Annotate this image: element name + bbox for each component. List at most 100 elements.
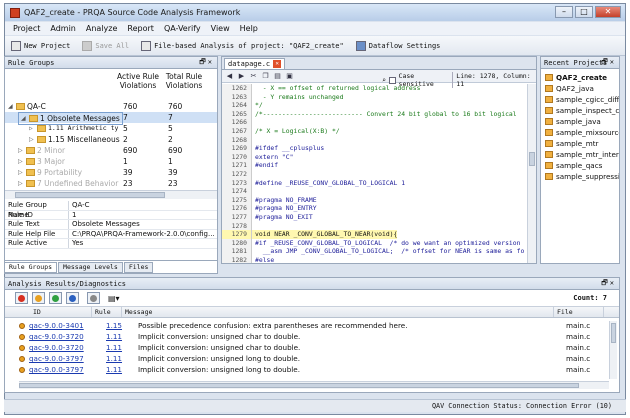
tree-row[interactable]: ▷ 1.15 Miscellaneous 2 2 [5,134,217,145]
code-line[interactable]: 1263 - Y remains unchanged [222,92,528,102]
tree-row[interactable]: ▷ 2 Minor 690 690 [5,145,217,156]
recent-project-item[interactable]: sample_java [541,116,619,127]
tree-row[interactable]: ▷ 3 Major 1 1 [5,156,217,167]
id-column-header[interactable]: ID [5,307,92,317]
menu-project[interactable]: Project [13,24,40,33]
diagnostics-vscrollbar[interactable] [609,321,617,379]
rule-groups-hscrollbar[interactable] [5,190,217,199]
collapse-arrow-icon[interactable]: ◢ [8,101,14,112]
copy-icon[interactable]: ❐ [261,72,270,81]
code-line[interactable]: 1269 #ifdef __cplusplus [222,144,528,153]
expand-arrow-icon[interactable]: ▷ [29,134,35,145]
code-line[interactable]: 1277 #pragma NO_EXIT [222,212,528,222]
menu-admin[interactable]: Admin [50,24,76,33]
recent-project-item[interactable]: sample_suppressio [541,171,619,182]
tab-message-levels[interactable]: Message Levels [58,262,123,273]
new-project-button[interactable]: New Project [11,40,70,51]
diagnostic-id-link[interactable]: qac-9.0.0-3720 [29,342,84,353]
warning-filter-button[interactable] [32,292,45,304]
code-line[interactable]: 1278 [222,221,528,231]
recent-project-item[interactable]: sample_cgicc_diff [541,94,619,105]
rule-link[interactable]: 1.11 [106,365,122,374]
recent-project-item[interactable]: QAF2_java [541,83,619,94]
cut-icon[interactable]: ✂ [249,72,258,81]
panel-controls[interactable]: 🗗✕ [199,58,214,69]
diagnostic-row[interactable]: qac-9.0.0-3401 1.15 Possible precedence co… [5,320,619,331]
code-line[interactable]: 1276 #pragma NO_ENTRY [222,204,528,213]
case-sensitive-checkbox[interactable] [388,76,396,84]
search-icon[interactable]: ⌕ [382,76,386,84]
code-line[interactable]: 1265/*-------------------------- Convert… [222,109,528,119]
tab-files[interactable]: Files [123,262,154,273]
code-line[interactable]: 1282 #else [222,255,528,263]
forward-arrow-icon[interactable]: ▶ [237,72,246,81]
minimize-button[interactable]: – [555,6,573,18]
close-button[interactable]: ✕ [595,6,621,18]
diagnostic-id-link[interactable]: qac-9.0.0-3401 [29,320,84,331]
recent-project-item[interactable]: sample_qacs [541,160,619,171]
recent-project-item[interactable]: QAF2_create [541,72,619,83]
rule-link[interactable]: 1.11 [106,343,122,352]
rule-column-header[interactable]: Rule [92,307,122,317]
diagnostic-id-link[interactable]: qac-9.0.0-3797 [29,353,84,364]
code-line[interactable]: 1274 [222,187,528,196]
expand-arrow-icon[interactable]: ▷ [18,145,24,156]
code-line[interactable]: 1264 */ [222,101,528,110]
expand-arrow-icon[interactable]: ▷ [18,178,24,189]
code-area[interactable]: 1262 - X == offset of returned logical a… [222,84,528,263]
expand-arrow-icon[interactable]: ▷ [29,123,35,134]
suppressed-filter-button[interactable] [87,292,100,304]
menu-qa-verify[interactable]: QA-Verify [164,24,201,33]
tree-row[interactable]: ◢ 1 Obsolete Messages 7 7 [5,112,217,125]
code-line[interactable]: 1262 - X == offset of returned logical a… [222,84,528,93]
diagnostic-row[interactable]: qac-9.0.0-3720 1.11 Implicit conversion: u… [5,342,619,353]
error-filter-button[interactable] [15,292,28,304]
rule-link[interactable]: 1.11 [106,332,122,341]
recent-project-item[interactable]: sample_inspect_c [541,105,619,116]
code-line[interactable]: 1268 [222,135,528,145]
file-column-header[interactable]: File [554,307,604,317]
active-violations-header[interactable]: Active Rule Violations [117,72,159,90]
code-line[interactable]: 1281 __asm JMP _CONV_GLOBAL_TO_LOGICAL; … [222,247,528,256]
code-line[interactable]: 1266 [222,118,528,127]
tree-row[interactable]: ▷ 7 Undefined Behavior 23 23 [5,178,217,189]
diagnostic-row[interactable]: qac-9.0.0-3720 1.11 Implicit conversion: u… [5,331,619,342]
panel-controls[interactable]: 🗗✕ [601,279,616,290]
file-based-analysis-button[interactable]: File-based Analysis of project: "QAF2_cr… [141,40,344,51]
diagnostic-row[interactable]: qac-9.0.0-3797 1.11 Implicit conversion: u… [5,353,619,364]
save-icon[interactable]: ▣ [285,72,294,81]
tab-rule-groups[interactable]: Rule Groups [4,262,58,273]
expand-arrow-icon[interactable]: ▷ [18,156,24,167]
diagnostic-id-link[interactable]: qac-9.0.0-3797 [29,364,84,375]
code-line[interactable]: 1270 extern "C" [222,152,528,162]
code-line[interactable]: 1267/* X = Logical(X:B) */ [222,126,528,136]
recent-project-item[interactable]: sample_mixsource [541,127,619,138]
recent-project-item[interactable]: sample_mtr [541,138,619,149]
back-arrow-icon[interactable]: ◀ [225,72,234,81]
menu-view[interactable]: View [211,24,230,33]
editor-tab-datapage[interactable]: datapage.c ✕ [224,58,286,69]
info-filter-button[interactable] [49,292,62,304]
diagnostic-id-link[interactable]: qac-9.0.0-3720 [29,331,84,342]
rule-link[interactable]: 1.15 [106,321,122,330]
diagnostics-hscrollbar[interactable] [19,381,609,389]
rule-link[interactable]: 1.11 [106,354,122,363]
menu-help[interactable]: Help [240,24,258,33]
menu-report[interactable]: Report [127,24,154,33]
total-violations-header[interactable]: Total Rule Violations [163,72,205,90]
tree-row[interactable]: ▷ 1.11 Arithmetic ty 5 5 [5,123,217,134]
message-column-header[interactable]: Message [122,307,554,317]
diagnostic-row[interactable]: qac-9.0.0-3797 1.11 Implicit conversion: u… [5,364,619,375]
code-line[interactable]: 1271 #endif [222,161,528,170]
expand-arrow-icon[interactable]: ▷ [18,167,24,178]
dataflow-settings-button[interactable]: Dataflow Settings [355,40,440,51]
note-filter-button[interactable] [66,292,79,304]
menu-analyze[interactable]: Analyze [86,24,118,33]
panel-controls[interactable]: 🗗✕ [601,58,616,69]
code-line[interactable]: 1273 #define _REUSE_CONV_GLOBAL_TO_LOGICA… [222,178,528,188]
save-all-button[interactable]: Save All [82,40,129,51]
tree-row[interactable]: ▷ 9 Portability 39 39 [5,167,217,178]
filter-dropdown-icon[interactable]: ▤▾ [108,294,120,303]
code-line[interactable]: 1280 #if _REUSE_CONV_GLOBAL_TO_LOGICAL /*… [222,238,528,248]
close-tab-icon[interactable]: ✕ [273,60,282,68]
